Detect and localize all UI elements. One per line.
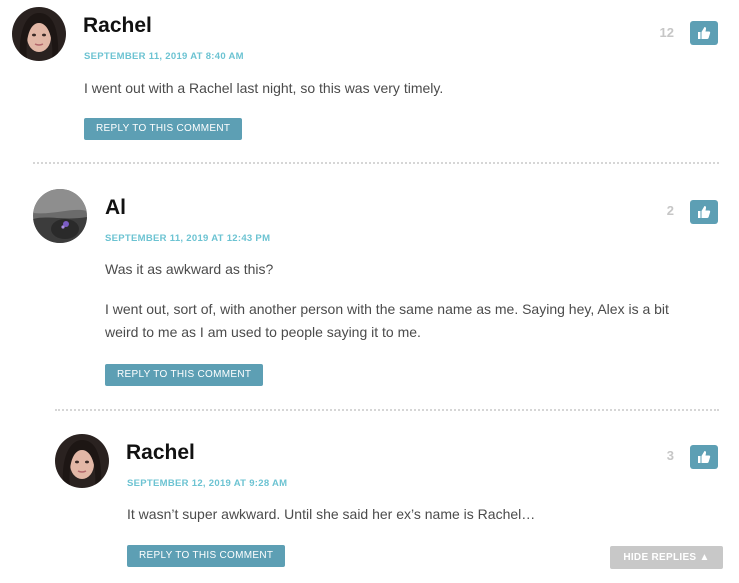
comment-date[interactable]: SEPTEMBER 11, 2019 AT 8:40 AM (84, 51, 244, 62)
comment-author: Al (105, 196, 126, 219)
like-button[interactable] (690, 21, 718, 45)
like-button[interactable] (690, 445, 718, 469)
comment-1: Rachel SEPTEMBER 11, 2019 AT 8:40 AM I w… (0, 0, 739, 160)
comment-author: Rachel (83, 14, 152, 37)
avatar[interactable] (33, 189, 87, 243)
reply-button[interactable]: REPLY TO THIS COMMENT (84, 118, 243, 140)
comment-author: Rachel (126, 441, 195, 464)
avatar[interactable] (12, 7, 66, 61)
reply-button[interactable]: REPLY TO THIS COMMENT (127, 545, 286, 567)
comment-divider (33, 162, 719, 164)
avatar[interactable] (55, 434, 109, 488)
thumbs-up-icon (698, 451, 711, 463)
comment-body: It wasn’t super awkward. Until she said … (127, 503, 687, 526)
vote-count: 2 (666, 203, 674, 218)
avatar-dark-hair-woman-icon (55, 434, 109, 488)
comment-body: I went out with a Rachel last night, so … (84, 77, 684, 100)
thumbs-up-icon (698, 206, 711, 218)
vote-count: 12 (659, 25, 674, 40)
comment-paragraph: Was it as awkward as this? (105, 261, 274, 277)
comment-body: Was it as awkward as this? I went out, s… (105, 258, 695, 344)
avatar-grey-photo-icon (33, 189, 87, 243)
comment-paragraph: I went out, sort of, with another person… (105, 301, 669, 340)
comment-paragraph: I went out with a Rachel last night, so … (84, 80, 444, 96)
comment-paragraph: It wasn’t super awkward. Until she said … (127, 506, 536, 522)
comment-date[interactable]: SEPTEMBER 12, 2019 AT 9:28 AM (127, 478, 287, 489)
avatar-dark-hair-woman-icon (12, 7, 66, 61)
comment-divider (55, 409, 719, 411)
comment-date[interactable]: SEPTEMBER 11, 2019 AT 12:43 PM (105, 233, 270, 244)
like-button[interactable] (690, 200, 718, 224)
thumbs-up-icon (698, 27, 711, 39)
hide-replies-button[interactable]: HIDE REPLIES ▲ (610, 546, 723, 569)
vote-count: 3 (666, 448, 674, 463)
reply-button[interactable]: REPLY TO THIS COMMENT (105, 364, 264, 386)
